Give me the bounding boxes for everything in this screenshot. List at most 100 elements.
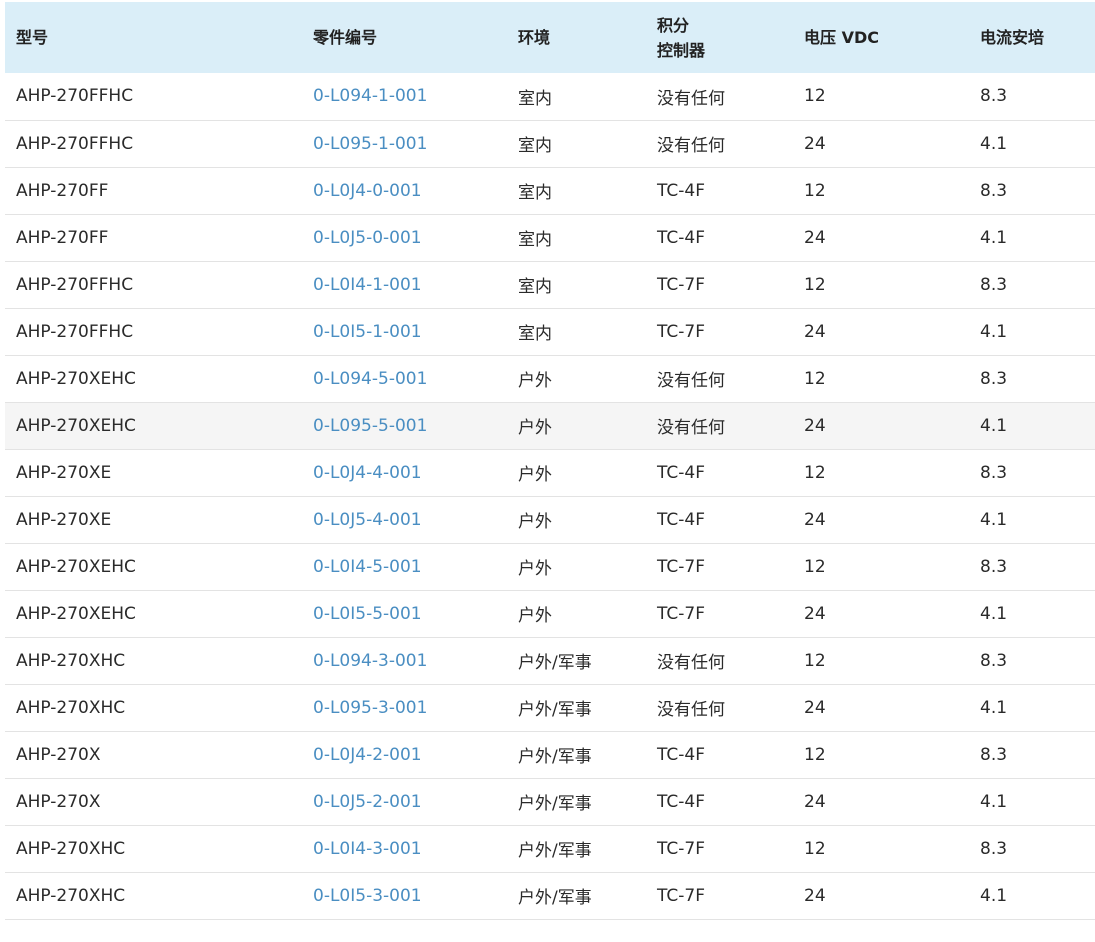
cell-controller: 没有任何 [657,653,725,673]
cell-part-number: 0-L0J4-0-001 [302,167,507,214]
table-row: AHP-270XEHC 0-L094-5-001 户外 没有任何 12 8.3 [5,355,1095,402]
cell-current: 4.1 [980,321,1008,342]
product-table-container: 型号 零件编号 环境 积分 控制器 电压 VDC 电流安培 AHP-270FFHC… [5,2,1095,920]
cell-current: 4.1 [980,885,1008,906]
cell-part-number: 0-L094-3-001 [302,637,507,684]
cell-controller: 没有任何 [657,700,725,720]
part-number-link[interactable]: 0-L0I4-5-001 [313,557,422,577]
cell-environment: 户外/军事 [518,888,592,908]
cell-voltage: 24 [804,791,826,812]
part-number-link[interactable]: 0-L0J4-4-001 [313,463,422,483]
table-row: AHP-270XEHC 0-L095-5-001 户外 没有任何 24 4.1 [5,402,1095,449]
table-row: AHP-270XE 0-L0J5-4-001 户外 TC-4F 24 4.1 [5,496,1095,543]
cell-current: 8.3 [980,556,1008,577]
header-integrated-label: 积分 [657,15,690,35]
cell-voltage: 24 [804,321,826,342]
cell-model: AHP-270XEHC [16,603,136,624]
table-row: AHP-270XEHC 0-L0I5-5-001 户外 TC-7F 24 4.1 [5,590,1095,637]
part-number-link[interactable]: 0-L094-1-001 [313,86,427,106]
cell-controller: TC-4F [657,227,705,248]
cell-current: 8.3 [980,274,1008,295]
cell-voltage: 24 [804,603,826,624]
cell-model: AHP-270XE [16,509,112,530]
cell-voltage: 24 [804,509,826,530]
cell-voltage: 24 [804,697,826,718]
cell-model: AHP-270XHC [16,838,126,859]
cell-current: 8.3 [980,180,1008,201]
cell-controller: TC-7F [657,556,705,577]
cell-controller: TC-4F [657,509,705,530]
table-row: AHP-270FFHC 0-L0I5-1-001 室内 TC-7F 24 4.1 [5,308,1095,355]
product-table: 型号 零件编号 环境 积分 控制器 电压 VDC 电流安培 AHP-270FFHC… [5,2,1095,920]
cell-voltage: 12 [804,180,826,201]
part-number-link[interactable]: 0-L0I4-1-001 [313,275,422,295]
cell-environment: 室内 [518,136,552,156]
cell-controller: 没有任何 [657,88,725,109]
cell-environment: 室内 [518,183,552,203]
part-number-link[interactable]: 0-L095-5-001 [313,416,427,436]
cell-part-number: 0-L094-1-001 [302,73,507,120]
cell-current: 8.3 [980,86,1008,107]
cell-current: 8.3 [980,744,1008,765]
part-number-link[interactable]: 0-L0J5-2-001 [313,792,422,812]
part-number-link[interactable]: 0-L094-3-001 [313,651,427,671]
cell-part-number: 0-L0I4-3-001 [302,825,507,872]
cell-current: 4.1 [980,697,1008,718]
cell-environment: 户外/军事 [518,747,592,767]
cell-part-number: 0-L095-1-001 [302,120,507,167]
cell-controller: TC-4F [657,180,705,201]
cell-current: 4.1 [980,227,1008,248]
part-number-link[interactable]: 0-L0J5-4-001 [313,510,422,530]
cell-part-number: 0-L0I5-3-001 [302,872,507,919]
table-row: AHP-270X 0-L0J5-2-001 户外/军事 TC-4F 24 4.1 [5,778,1095,825]
cell-environment: 户外 [518,559,552,579]
header-integrated-controller: 积分 控制器 [646,2,793,73]
table-row: AHP-270FFHC 0-L094-1-001 室内 没有任何 12 8.3 [5,73,1095,120]
part-number-link[interactable]: 0-L0J5-0-001 [313,228,422,248]
cell-model: AHP-270FFHC [16,321,134,342]
cell-current: 4.1 [980,509,1008,530]
cell-model: AHP-270XHC [16,885,126,906]
part-number-link[interactable]: 0-L0I5-1-001 [313,322,422,342]
cell-voltage: 12 [804,86,826,107]
cell-current: 8.3 [980,462,1008,483]
cell-part-number: 0-L0I4-1-001 [302,261,507,308]
table-row: AHP-270FF 0-L0J5-0-001 室内 TC-4F 24 4.1 [5,214,1095,261]
cell-voltage: 12 [804,556,826,577]
cell-part-number: 0-L0I5-1-001 [302,308,507,355]
cell-model: AHP-270XEHC [16,556,136,577]
part-number-link[interactable]: 0-L095-3-001 [313,698,427,718]
part-number-link[interactable]: 0-L094-5-001 [313,369,427,389]
part-number-link[interactable]: 0-L0I4-3-001 [313,839,422,859]
cell-model: AHP-270XEHC [16,368,136,389]
cell-controller: 没有任何 [657,136,725,156]
cell-model: AHP-270FFHC [16,133,134,154]
cell-current: 8.3 [980,838,1008,859]
header-voltage: 电压 VDC [804,28,879,47]
cell-model: AHP-270FF [16,227,109,248]
table-header: 型号 零件编号 环境 积分 控制器 电压 VDC 电流安培 [5,2,1095,73]
cell-environment: 户外 [518,418,552,438]
part-number-link[interactable]: 0-L0J4-2-001 [313,745,422,765]
part-number-link[interactable]: 0-L0I5-5-001 [313,604,422,624]
part-number-link[interactable]: 0-L0I5-3-001 [313,886,422,906]
header-part-number: 零件编号 [313,28,378,47]
cell-part-number: 0-L0J4-4-001 [302,449,507,496]
cell-model: AHP-270X [16,791,101,812]
cell-voltage: 12 [804,744,826,765]
cell-model: AHP-270XE [16,462,112,483]
part-number-link[interactable]: 0-L095-1-001 [313,134,427,154]
cell-controller: TC-7F [657,885,705,906]
part-number-link[interactable]: 0-L0J4-0-001 [313,181,422,201]
cell-environment: 室内 [518,88,552,109]
table-row: AHP-270FFHC 0-L095-1-001 室内 没有任何 24 4.1 [5,120,1095,167]
cell-voltage: 24 [804,133,826,154]
cell-voltage: 12 [804,650,826,671]
header-row: 型号 零件编号 环境 积分 控制器 电压 VDC 电流安培 [5,2,1095,73]
cell-part-number: 0-L095-3-001 [302,684,507,731]
header-current: 电流安培 [980,28,1045,47]
cell-model: AHP-270FFHC [16,274,134,295]
cell-model: AHP-270FF [16,180,109,201]
cell-voltage: 12 [804,368,826,389]
cell-controller: TC-7F [657,603,705,624]
